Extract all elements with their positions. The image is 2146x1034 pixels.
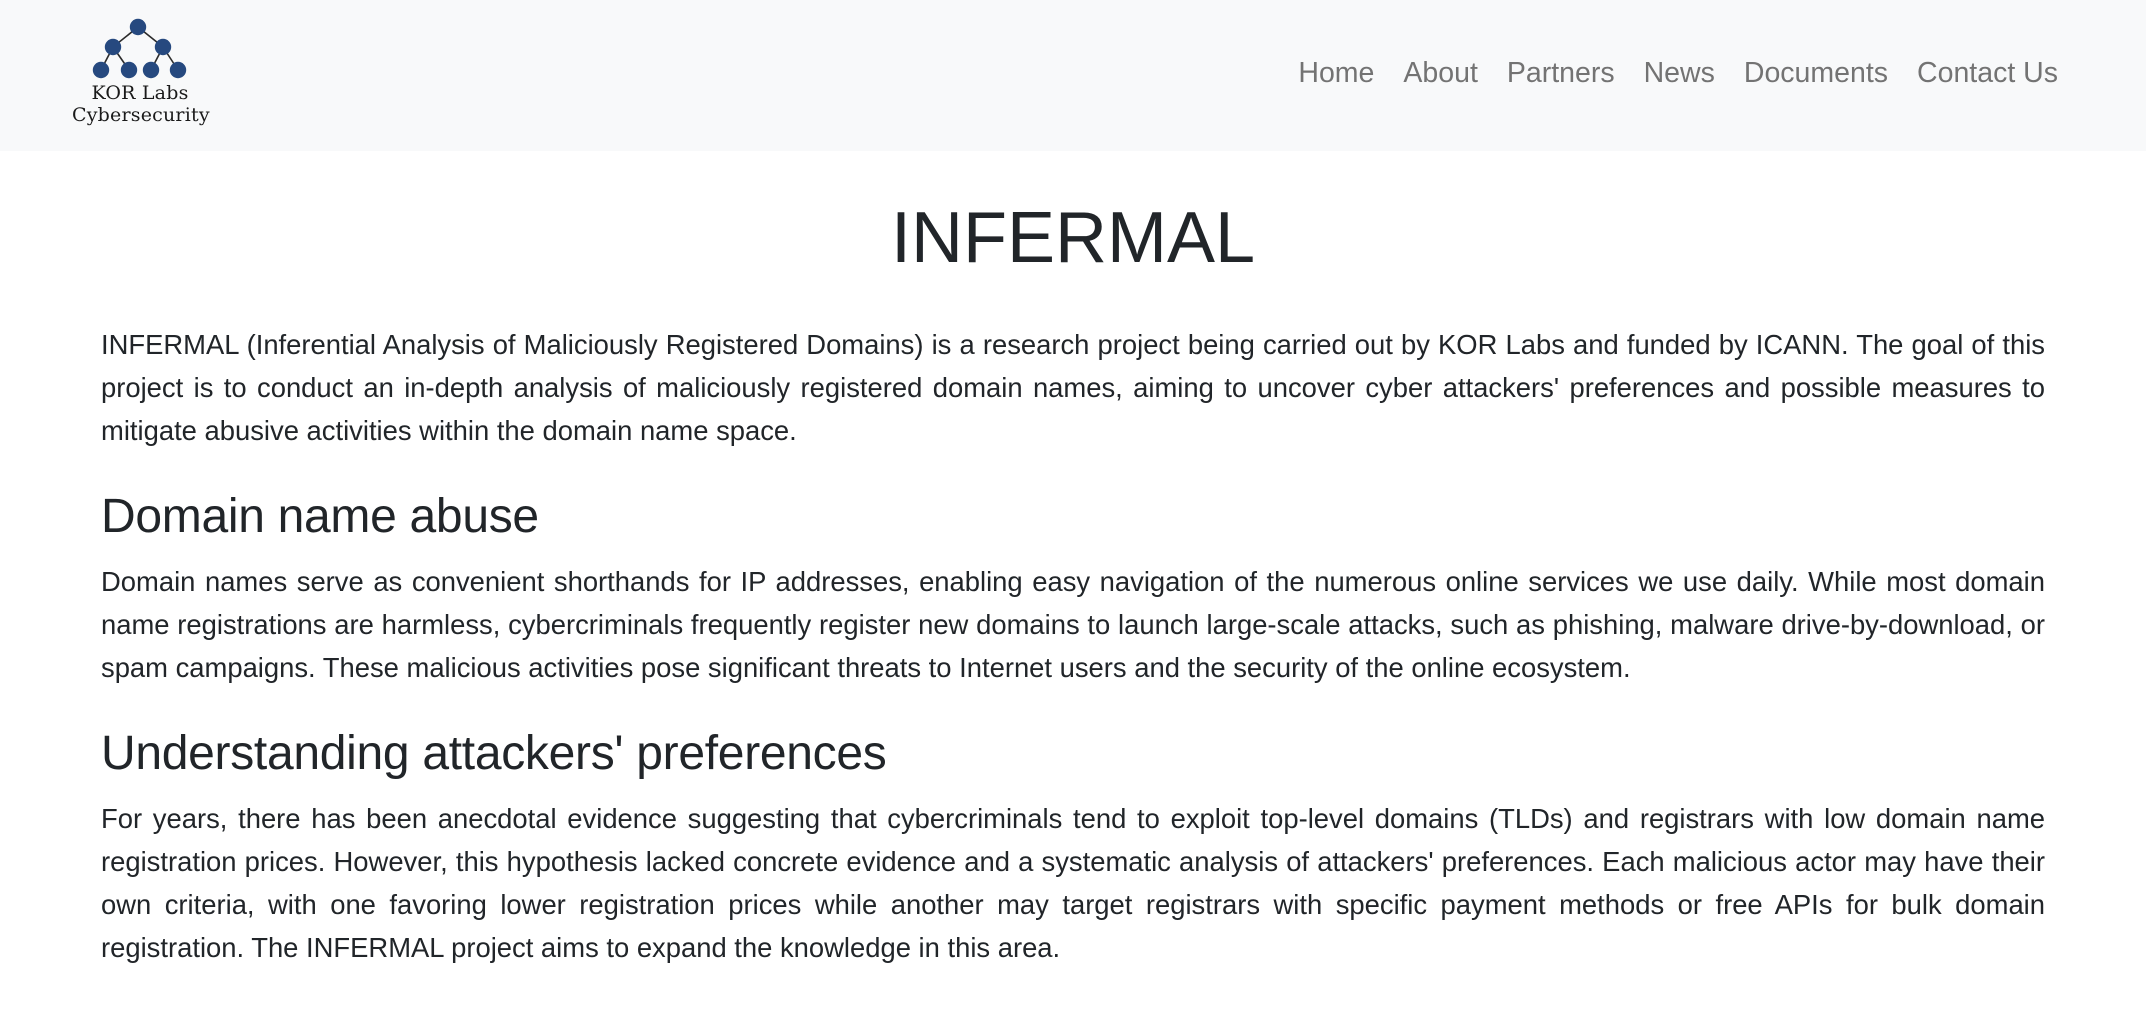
main-content: INFERMAL INFERMAL (Inferential Analysis … [101,151,2045,969]
nav-link-partners[interactable]: Partners [1492,54,1629,92]
network-tree-icon [92,18,187,79]
brand-tagline: Cybersecurity [72,104,210,126]
brand-name: KOR Labs [91,82,189,104]
nav-link-news[interactable]: News [1629,54,1729,92]
nav-link-home[interactable]: Home [1284,54,1389,92]
navbar: KOR Labs Cybersecurity Home About Partne… [0,0,2146,151]
section-heading: Domain name abuse [101,490,539,543]
section-paragraph: For years, there has been anecdotal evid… [101,803,2045,963]
main-nav: Home About Partners News Documents Conta… [1284,54,2058,92]
nav-link-about[interactable]: About [1389,54,1492,92]
brand-logo-link[interactable]: KOR Labs Cybersecurity [72,14,210,126]
section-domain-name-abuse: Domain name abuse Domain names serve as … [101,488,2045,689]
section-understanding-attackers-preferences: Understanding attackers' preferences For… [101,725,2045,969]
nav-link-contact-us[interactable]: Contact Us [1903,54,2058,92]
section-paragraph: Domain names serve as convenient shortha… [101,566,2045,683]
intro-paragraph: INFERMAL (Inferential Analysis of Malici… [101,329,2045,446]
nav-link-documents[interactable]: Documents [1729,54,1902,92]
section-heading: Understanding attackers' preferences [101,727,887,780]
page-title: INFERMAL [890,198,1256,278]
